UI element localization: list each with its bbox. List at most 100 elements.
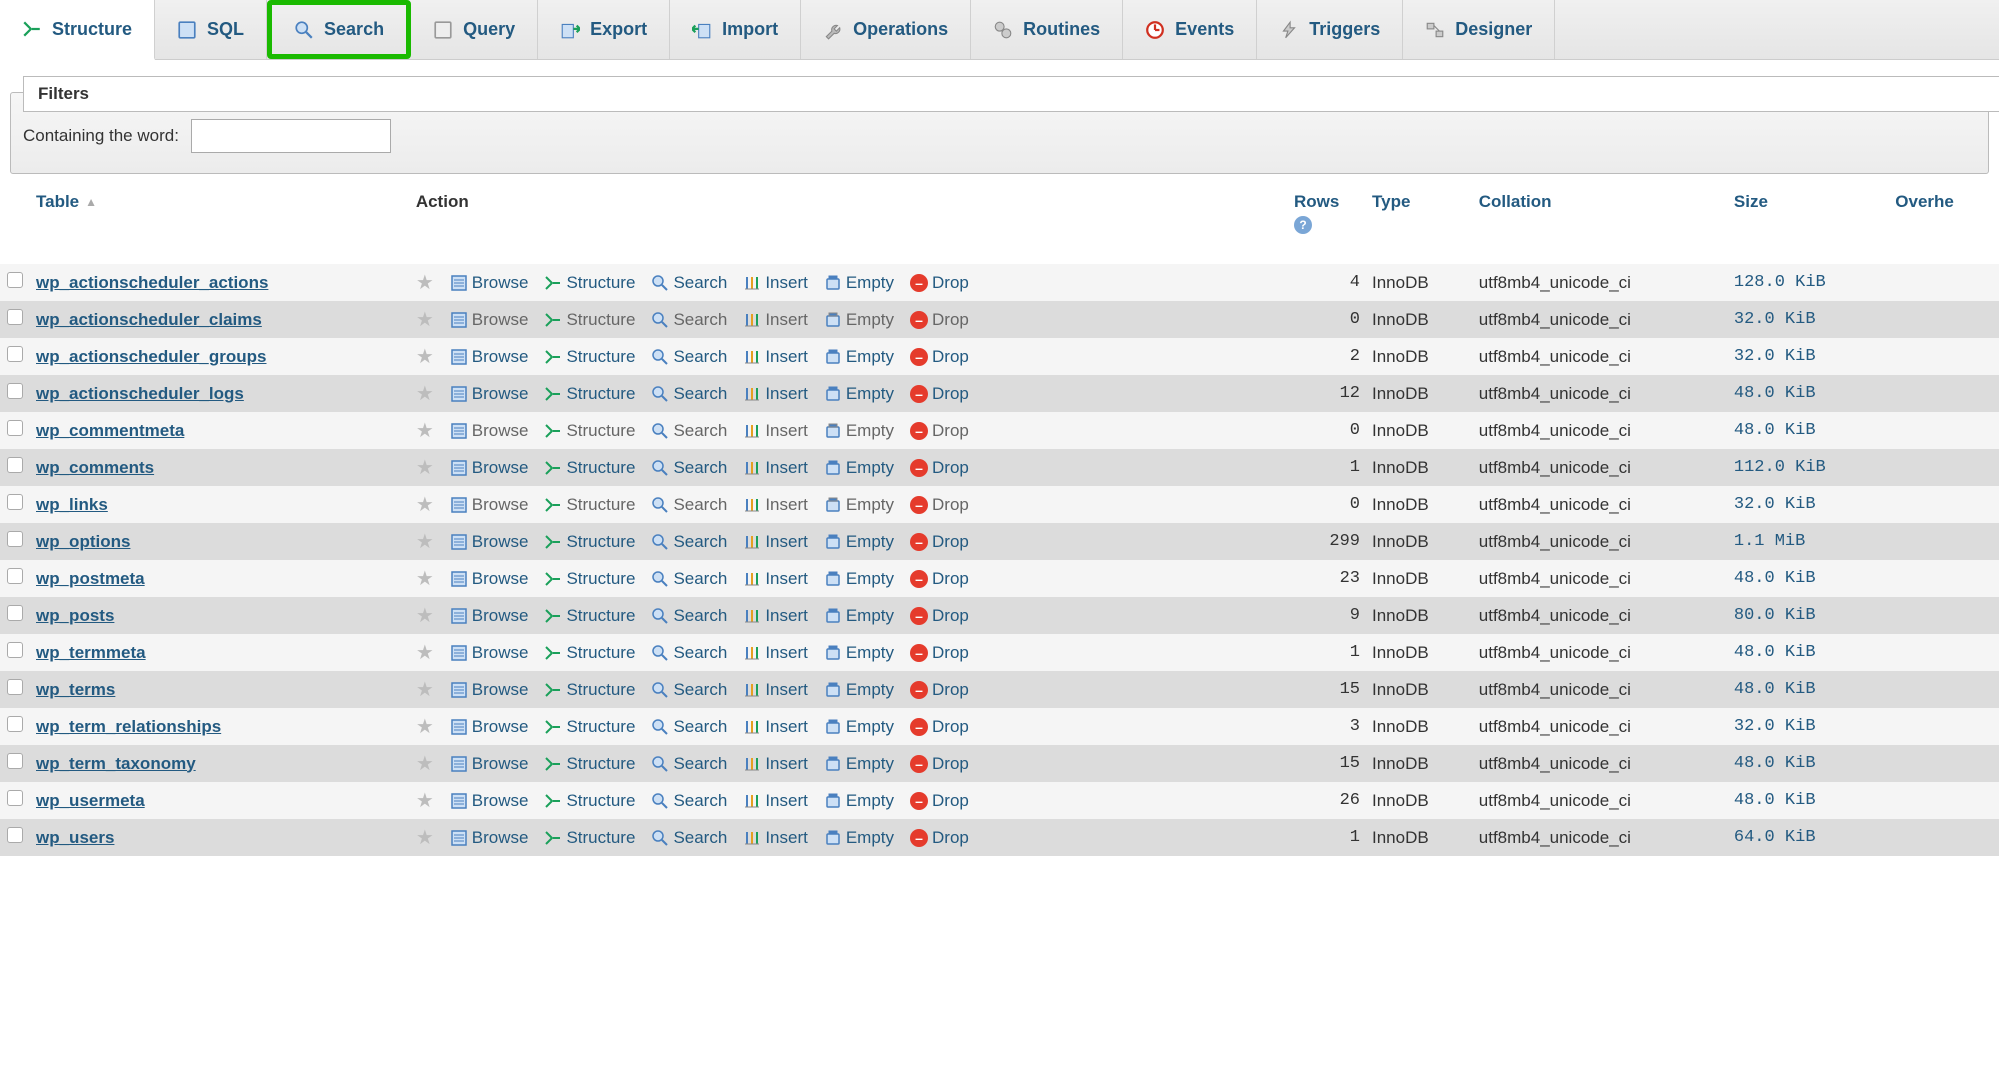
- favorite-star-icon[interactable]: ★: [416, 492, 434, 517]
- insert-action[interactable]: Insert: [743, 569, 808, 589]
- row-checkbox[interactable]: [7, 827, 23, 843]
- insert-action[interactable]: Insert: [743, 717, 808, 737]
- tab-triggers[interactable]: Triggers: [1257, 0, 1403, 59]
- row-checkbox[interactable]: [7, 531, 23, 547]
- row-checkbox[interactable]: [7, 383, 23, 399]
- search-action[interactable]: Search: [651, 273, 727, 293]
- col-overhead[interactable]: Overhe: [1889, 184, 1999, 264]
- insert-action[interactable]: Insert: [743, 606, 808, 626]
- table-name-link[interactable]: wp_links: [36, 495, 108, 514]
- structure-action[interactable]: Structure: [544, 273, 635, 293]
- tab-structure[interactable]: Structure: [0, 0, 155, 60]
- col-collation[interactable]: Collation: [1473, 184, 1728, 264]
- favorite-star-icon[interactable]: ★: [416, 825, 434, 850]
- tab-routines[interactable]: Routines: [971, 0, 1123, 59]
- search-action[interactable]: Search: [651, 310, 727, 330]
- favorite-star-icon[interactable]: ★: [416, 788, 434, 813]
- tab-events[interactable]: Events: [1123, 0, 1257, 59]
- favorite-star-icon[interactable]: ★: [416, 714, 434, 739]
- row-checkbox[interactable]: [7, 309, 23, 325]
- empty-action[interactable]: Empty: [824, 754, 894, 774]
- favorite-star-icon[interactable]: ★: [416, 381, 434, 406]
- empty-action[interactable]: Empty: [824, 347, 894, 367]
- favorite-star-icon[interactable]: ★: [416, 677, 434, 702]
- row-checkbox[interactable]: [7, 642, 23, 658]
- table-name-link[interactable]: wp_postmeta: [36, 569, 145, 588]
- row-checkbox[interactable]: [7, 494, 23, 510]
- row-checkbox[interactable]: [7, 457, 23, 473]
- search-action[interactable]: Search: [651, 495, 727, 515]
- drop-action[interactable]: –Drop: [910, 384, 969, 404]
- row-checkbox[interactable]: [7, 272, 23, 288]
- drop-action[interactable]: –Drop: [910, 495, 969, 515]
- structure-action[interactable]: Structure: [544, 347, 635, 367]
- browse-action[interactable]: Browse: [450, 273, 529, 293]
- row-checkbox[interactable]: [7, 753, 23, 769]
- browse-action[interactable]: Browse: [450, 791, 529, 811]
- search-action[interactable]: Search: [651, 680, 727, 700]
- structure-action[interactable]: Structure: [544, 606, 635, 626]
- browse-action[interactable]: Browse: [450, 680, 529, 700]
- insert-action[interactable]: Insert: [743, 384, 808, 404]
- browse-action[interactable]: Browse: [450, 569, 529, 589]
- table-name-link[interactable]: wp_actionscheduler_claims: [36, 310, 262, 329]
- search-action[interactable]: Search: [651, 643, 727, 663]
- col-table[interactable]: Table ▲: [30, 184, 410, 264]
- favorite-star-icon[interactable]: ★: [416, 566, 434, 591]
- drop-action[interactable]: –Drop: [910, 643, 969, 663]
- table-name-link[interactable]: wp_term_taxonomy: [36, 754, 196, 773]
- insert-action[interactable]: Insert: [743, 791, 808, 811]
- insert-action[interactable]: Insert: [743, 680, 808, 700]
- favorite-star-icon[interactable]: ★: [416, 751, 434, 776]
- row-checkbox[interactable]: [7, 679, 23, 695]
- row-checkbox[interactable]: [7, 716, 23, 732]
- drop-action[interactable]: –Drop: [910, 606, 969, 626]
- insert-action[interactable]: Insert: [743, 273, 808, 293]
- browse-action[interactable]: Browse: [450, 717, 529, 737]
- tab-search[interactable]: Search: [267, 0, 411, 59]
- favorite-star-icon[interactable]: ★: [416, 603, 434, 628]
- table-name-link[interactable]: wp_users: [36, 828, 114, 847]
- filters-input[interactable]: [191, 119, 391, 153]
- col-rows[interactable]: Rows ?: [1288, 184, 1366, 264]
- browse-action[interactable]: Browse: [450, 606, 529, 626]
- empty-action[interactable]: Empty: [824, 310, 894, 330]
- search-action[interactable]: Search: [651, 791, 727, 811]
- empty-action[interactable]: Empty: [824, 532, 894, 552]
- tab-designer[interactable]: Designer: [1403, 0, 1555, 59]
- favorite-star-icon[interactable]: ★: [416, 640, 434, 665]
- browse-action[interactable]: Browse: [450, 754, 529, 774]
- browse-action[interactable]: Browse: [450, 421, 529, 441]
- structure-action[interactable]: Structure: [544, 421, 635, 441]
- empty-action[interactable]: Empty: [824, 643, 894, 663]
- favorite-star-icon[interactable]: ★: [416, 455, 434, 480]
- search-action[interactable]: Search: [651, 421, 727, 441]
- insert-action[interactable]: Insert: [743, 532, 808, 552]
- drop-action[interactable]: –Drop: [910, 458, 969, 478]
- drop-action[interactable]: –Drop: [910, 421, 969, 441]
- structure-action[interactable]: Structure: [544, 384, 635, 404]
- search-action[interactable]: Search: [651, 606, 727, 626]
- browse-action[interactable]: Browse: [450, 495, 529, 515]
- col-size[interactable]: Size: [1728, 184, 1889, 264]
- drop-action[interactable]: –Drop: [910, 347, 969, 367]
- browse-action[interactable]: Browse: [450, 347, 529, 367]
- empty-action[interactable]: Empty: [824, 828, 894, 848]
- structure-action[interactable]: Structure: [544, 532, 635, 552]
- favorite-star-icon[interactable]: ★: [416, 344, 434, 369]
- row-checkbox[interactable]: [7, 346, 23, 362]
- drop-action[interactable]: –Drop: [910, 532, 969, 552]
- search-action[interactable]: Search: [651, 754, 727, 774]
- insert-action[interactable]: Insert: [743, 421, 808, 441]
- structure-action[interactable]: Structure: [544, 569, 635, 589]
- help-icon[interactable]: ?: [1294, 216, 1312, 234]
- row-checkbox[interactable]: [7, 568, 23, 584]
- table-name-link[interactable]: wp_termmeta: [36, 643, 146, 662]
- search-action[interactable]: Search: [651, 717, 727, 737]
- empty-action[interactable]: Empty: [824, 384, 894, 404]
- insert-action[interactable]: Insert: [743, 828, 808, 848]
- insert-action[interactable]: Insert: [743, 458, 808, 478]
- empty-action[interactable]: Empty: [824, 791, 894, 811]
- row-checkbox[interactable]: [7, 605, 23, 621]
- structure-action[interactable]: Structure: [544, 791, 635, 811]
